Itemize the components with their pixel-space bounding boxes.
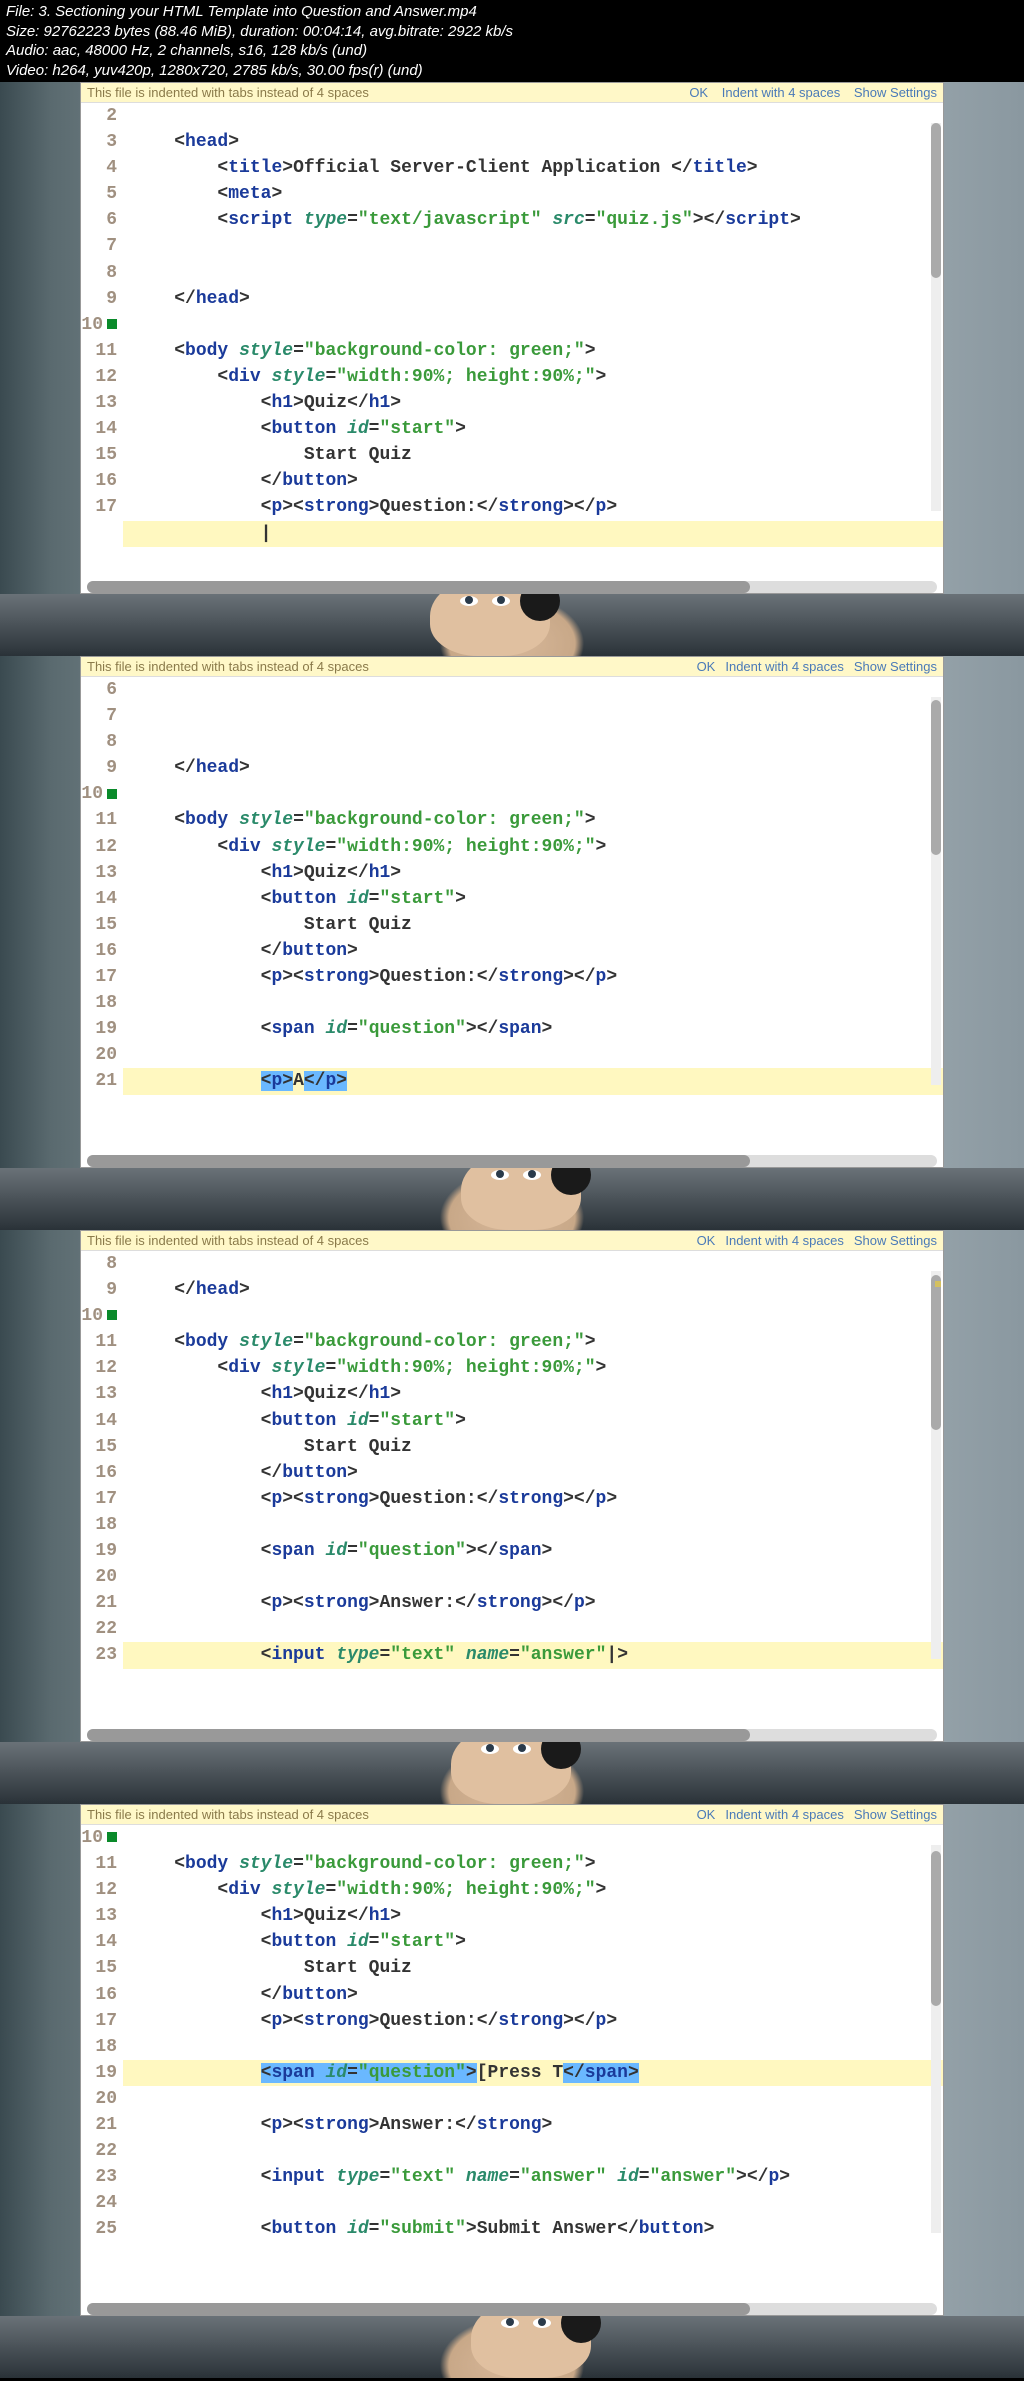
line-gutter: 891011121314151617181920212223 (81, 1251, 123, 1729)
code-editor[interactable]: This file is indented with tabs instead … (80, 82, 944, 594)
horizontal-scrollbar[interactable] (87, 2303, 937, 2315)
code-editor[interactable]: This file is indented with tabs instead … (80, 656, 944, 1168)
code-editor[interactable]: This file is indented with tabs instead … (80, 1804, 944, 2316)
video-frame-1: This file is indented with tabs instead … (0, 82, 1024, 656)
horizontal-scrollbar[interactable] (87, 581, 937, 593)
lint-settings-link[interactable]: Show Settings (854, 85, 937, 100)
code-content[interactable]: </head> <body style="background-color: g… (123, 677, 943, 1155)
lint-notification: This file is indented with tabs instead … (81, 83, 943, 103)
webcam-feed (0, 1168, 1024, 1230)
code-content[interactable]: <body style="background-color: green;"> … (123, 1825, 943, 2303)
lint-notification: This file is indented with tabs instead … (81, 1231, 943, 1251)
meta-size: Size: 92762223 bytes (88.46 MiB), durati… (6, 22, 1018, 42)
code-content[interactable]: </head> <body style="background-color: g… (123, 1251, 943, 1729)
horizontal-scrollbar[interactable] (87, 1155, 937, 1167)
webcam-feed (0, 594, 1024, 656)
vertical-scrollbar[interactable] (931, 123, 941, 511)
video-frame-4: This file is indented with tabs instead … (0, 1804, 1024, 2378)
video-frame-3: This file is indented with tabs instead … (0, 1230, 1024, 1804)
line-gutter: 10111213141516171819202122232425 (81, 1825, 123, 2303)
vertical-scrollbar[interactable] (931, 1271, 941, 1659)
lint-ok-link[interactable]: OK (689, 85, 708, 100)
lint-indent-link[interactable]: Indent with 4 spaces (722, 85, 841, 100)
line-gutter: 6789101112131415161718192021 (81, 677, 123, 1155)
meta-audio: Audio: aac, 48000 Hz, 2 channels, s16, 1… (6, 41, 1018, 61)
meta-video: Video: h264, yuv420p, 1280x720, 2785 kb/… (6, 61, 1018, 81)
lint-notification: This file is indented with tabs instead … (81, 657, 943, 677)
line-gutter: 234567891011121314151617 (81, 103, 123, 581)
lint-notification: This file is indented with tabs instead … (81, 1805, 943, 1825)
webcam-feed (0, 2316, 1024, 2378)
video-frame-2: This file is indented with tabs instead … (0, 656, 1024, 1230)
vertical-scrollbar[interactable] (931, 697, 941, 1085)
horizontal-scrollbar[interactable] (87, 1729, 937, 1741)
meta-file: File: 3. Sectioning your HTML Template i… (6, 2, 1018, 22)
code-editor[interactable]: This file is indented with tabs instead … (80, 1230, 944, 1742)
lint-message: This file is indented with tabs instead … (87, 85, 369, 100)
vertical-scrollbar[interactable] (931, 1845, 941, 2233)
video-metadata: File: 3. Sectioning your HTML Template i… (0, 0, 1024, 82)
webcam-feed (0, 1742, 1024, 1804)
code-content[interactable]: <head> <title>Official Server-Client App… (123, 103, 943, 581)
